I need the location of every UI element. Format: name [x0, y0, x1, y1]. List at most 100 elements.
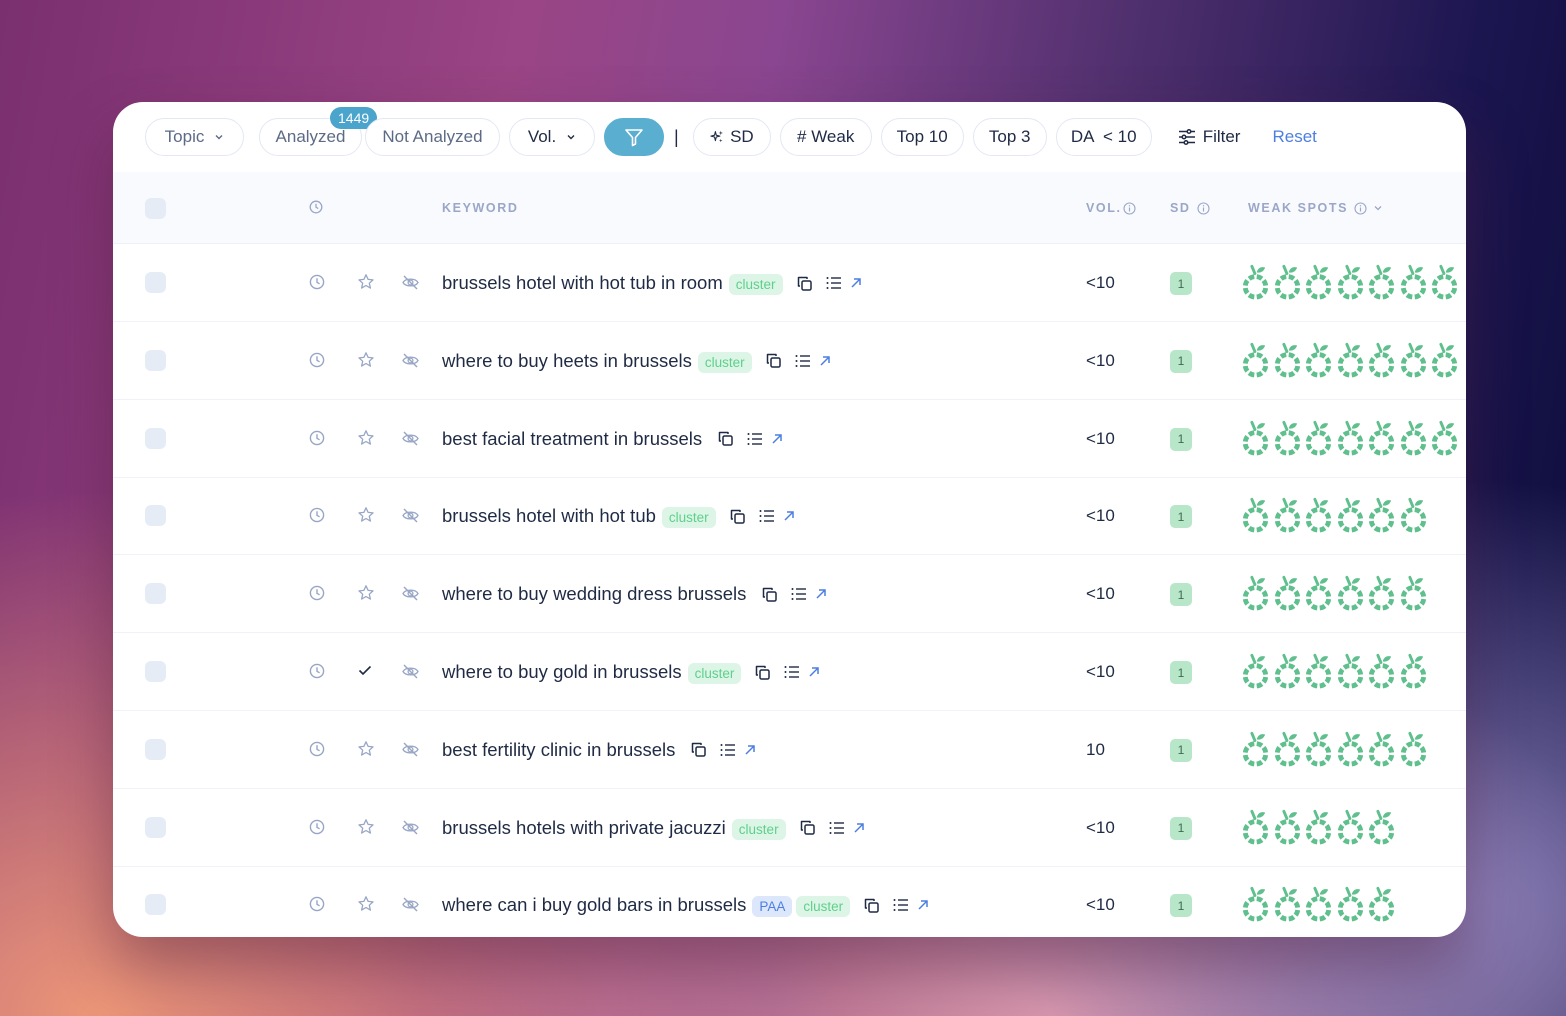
external-link-icon[interactable]	[815, 588, 827, 600]
copy-icon[interactable]	[690, 741, 707, 758]
sd-column-header[interactable]: SD	[1170, 201, 1210, 215]
reset-link[interactable]: Reset	[1272, 127, 1316, 147]
star-icon[interactable]	[357, 273, 375, 291]
copy-icon[interactable]	[761, 586, 778, 603]
hide-eye-off-icon[interactable]	[401, 819, 420, 836]
row-checkbox[interactable]	[145, 272, 166, 293]
vol-column-header[interactable]: VOL.	[1086, 201, 1136, 215]
select-all-checkbox[interactable]	[145, 198, 166, 219]
weak-filter-chip[interactable]: # Weak	[779, 118, 872, 156]
star-icon[interactable]	[357, 740, 375, 758]
da-filter-chip[interactable]: DA < 10	[1055, 118, 1152, 156]
copy-icon[interactable]	[799, 819, 816, 836]
history-icon[interactable]	[309, 430, 325, 446]
top10-filter-chip[interactable]: Top 10	[880, 118, 964, 156]
table-row[interactable]: where to buy wedding dress brussels <10 …	[113, 555, 1466, 634]
row-checkbox[interactable]	[145, 894, 166, 916]
list-icon[interactable]	[791, 587, 807, 601]
external-link-icon[interactable]	[853, 822, 865, 834]
list-icon[interactable]	[747, 432, 763, 446]
hide-eye-off-icon[interactable]	[401, 585, 420, 602]
top3-filter-chip[interactable]: Top 3	[972, 118, 1047, 156]
history-icon[interactable]	[309, 585, 325, 601]
hide-eye-off-icon[interactable]	[401, 352, 420, 369]
history-icon[interactable]	[309, 352, 325, 368]
history-icon[interactable]	[309, 663, 325, 679]
analyzed-filter-chip[interactable]: Analyzed 1449	[259, 107, 378, 156]
table-row[interactable]: brussels hotel with hot tub in room clus…	[113, 244, 1466, 322]
hide-eye-off-icon[interactable]	[401, 663, 420, 680]
history-icon[interactable]	[309, 896, 325, 912]
hide-eye-off-icon[interactable]	[401, 741, 420, 758]
list-icon[interactable]	[795, 354, 811, 368]
star-icon[interactable]	[357, 584, 375, 602]
keyword-text[interactable]: where can i buy gold bars in brussels	[442, 894, 746, 916]
star-icon[interactable]	[357, 506, 375, 524]
external-link-icon[interactable]	[808, 666, 820, 678]
keyword-text[interactable]: brussels hotel with hot tub in room	[442, 272, 723, 294]
row-checkbox[interactable]	[145, 661, 166, 682]
not-analyzed-filter-chip[interactable]: Not Analyzed	[365, 118, 500, 156]
list-icon[interactable]	[829, 821, 845, 835]
history-icon[interactable]	[309, 274, 325, 290]
list-icon[interactable]	[784, 665, 800, 679]
external-link-icon[interactable]	[744, 744, 756, 756]
hide-eye-off-icon[interactable]	[401, 507, 420, 524]
copy-icon[interactable]	[863, 897, 880, 914]
row-checkbox[interactable]	[145, 427, 166, 449]
table-row[interactable]: where can i buy gold bars in brussels PA…	[113, 866, 1466, 937]
filter-button[interactable]: Filter	[1178, 127, 1240, 147]
list-icon[interactable]	[759, 509, 775, 523]
copy-icon[interactable]	[729, 508, 746, 525]
history-icon[interactable]	[309, 819, 325, 835]
external-link-icon[interactable]	[771, 433, 783, 445]
row-checkbox[interactable]	[145, 738, 166, 760]
table-row[interactable]: brussels hotel with hot tub cluster <10 …	[113, 477, 1466, 556]
external-link-icon[interactable]	[819, 355, 831, 367]
keyword-text[interactable]: best facial treatment in brussels	[442, 428, 702, 450]
copy-icon[interactable]	[717, 430, 734, 447]
checkmark-icon[interactable]	[357, 662, 373, 678]
star-icon[interactable]	[357, 351, 375, 369]
hide-eye-off-icon[interactable]	[401, 274, 420, 291]
table-row[interactable]: where to buy heets in brussels cluster <…	[113, 322, 1466, 400]
hide-eye-off-icon[interactable]	[401, 430, 420, 447]
copy-icon[interactable]	[754, 664, 771, 681]
weak-spot-apple-icon	[1241, 573, 1273, 613]
external-link-icon[interactable]	[917, 899, 929, 911]
keyword-text[interactable]: where to buy gold in brussels	[442, 661, 682, 683]
volume-dropdown[interactable]: Vol.	[509, 118, 595, 156]
row-checkbox[interactable]	[145, 349, 166, 371]
row-checkbox[interactable]	[145, 505, 166, 527]
keyword-column-header[interactable]: KEYWORD	[442, 201, 518, 215]
keyword-text[interactable]: where to buy heets in brussels	[442, 350, 692, 372]
row-checkbox[interactable]	[145, 583, 166, 605]
hide-eye-off-icon[interactable]	[401, 896, 420, 913]
history-icon[interactable]	[309, 507, 325, 523]
weak-spots-column-header[interactable]: WEAK SPOTS	[1248, 201, 1383, 215]
table-row[interactable]: where to buy gold in brussels cluster <1…	[113, 633, 1466, 711]
external-link-icon[interactable]	[783, 510, 795, 522]
keyword-text[interactable]: where to buy wedding dress brussels	[442, 583, 746, 605]
keyword-text[interactable]: brussels hotel with hot tub	[442, 505, 656, 527]
star-icon[interactable]	[357, 429, 375, 447]
copy-icon[interactable]	[765, 352, 782, 369]
topic-dropdown[interactable]: Topic	[145, 118, 244, 156]
keyword-text[interactable]: best fertility clinic in brussels	[442, 739, 675, 761]
history-icon[interactable]	[309, 741, 325, 757]
keyword-text[interactable]: brussels hotels with private jacuzzi	[442, 817, 726, 839]
list-icon[interactable]	[720, 743, 736, 757]
external-link-icon[interactable]	[850, 277, 862, 289]
table-row[interactable]: best facial treatment in brussels <10 1	[113, 400, 1466, 478]
table-row[interactable]: brussels hotels with private jacuzzi clu…	[113, 789, 1466, 867]
row-checkbox[interactable]	[145, 816, 166, 838]
star-icon[interactable]	[357, 895, 375, 913]
list-icon[interactable]	[893, 898, 909, 912]
star-icon[interactable]	[357, 818, 375, 836]
table-row[interactable]: best fertility clinic in brussels 10 1	[113, 711, 1466, 789]
sd-filter-chip[interactable]: SD	[692, 118, 771, 156]
copy-icon[interactable]	[796, 275, 813, 292]
list-icon[interactable]	[826, 276, 842, 290]
active-filter-button[interactable]	[604, 118, 664, 156]
weak-spot-apple-icon	[1304, 573, 1336, 613]
